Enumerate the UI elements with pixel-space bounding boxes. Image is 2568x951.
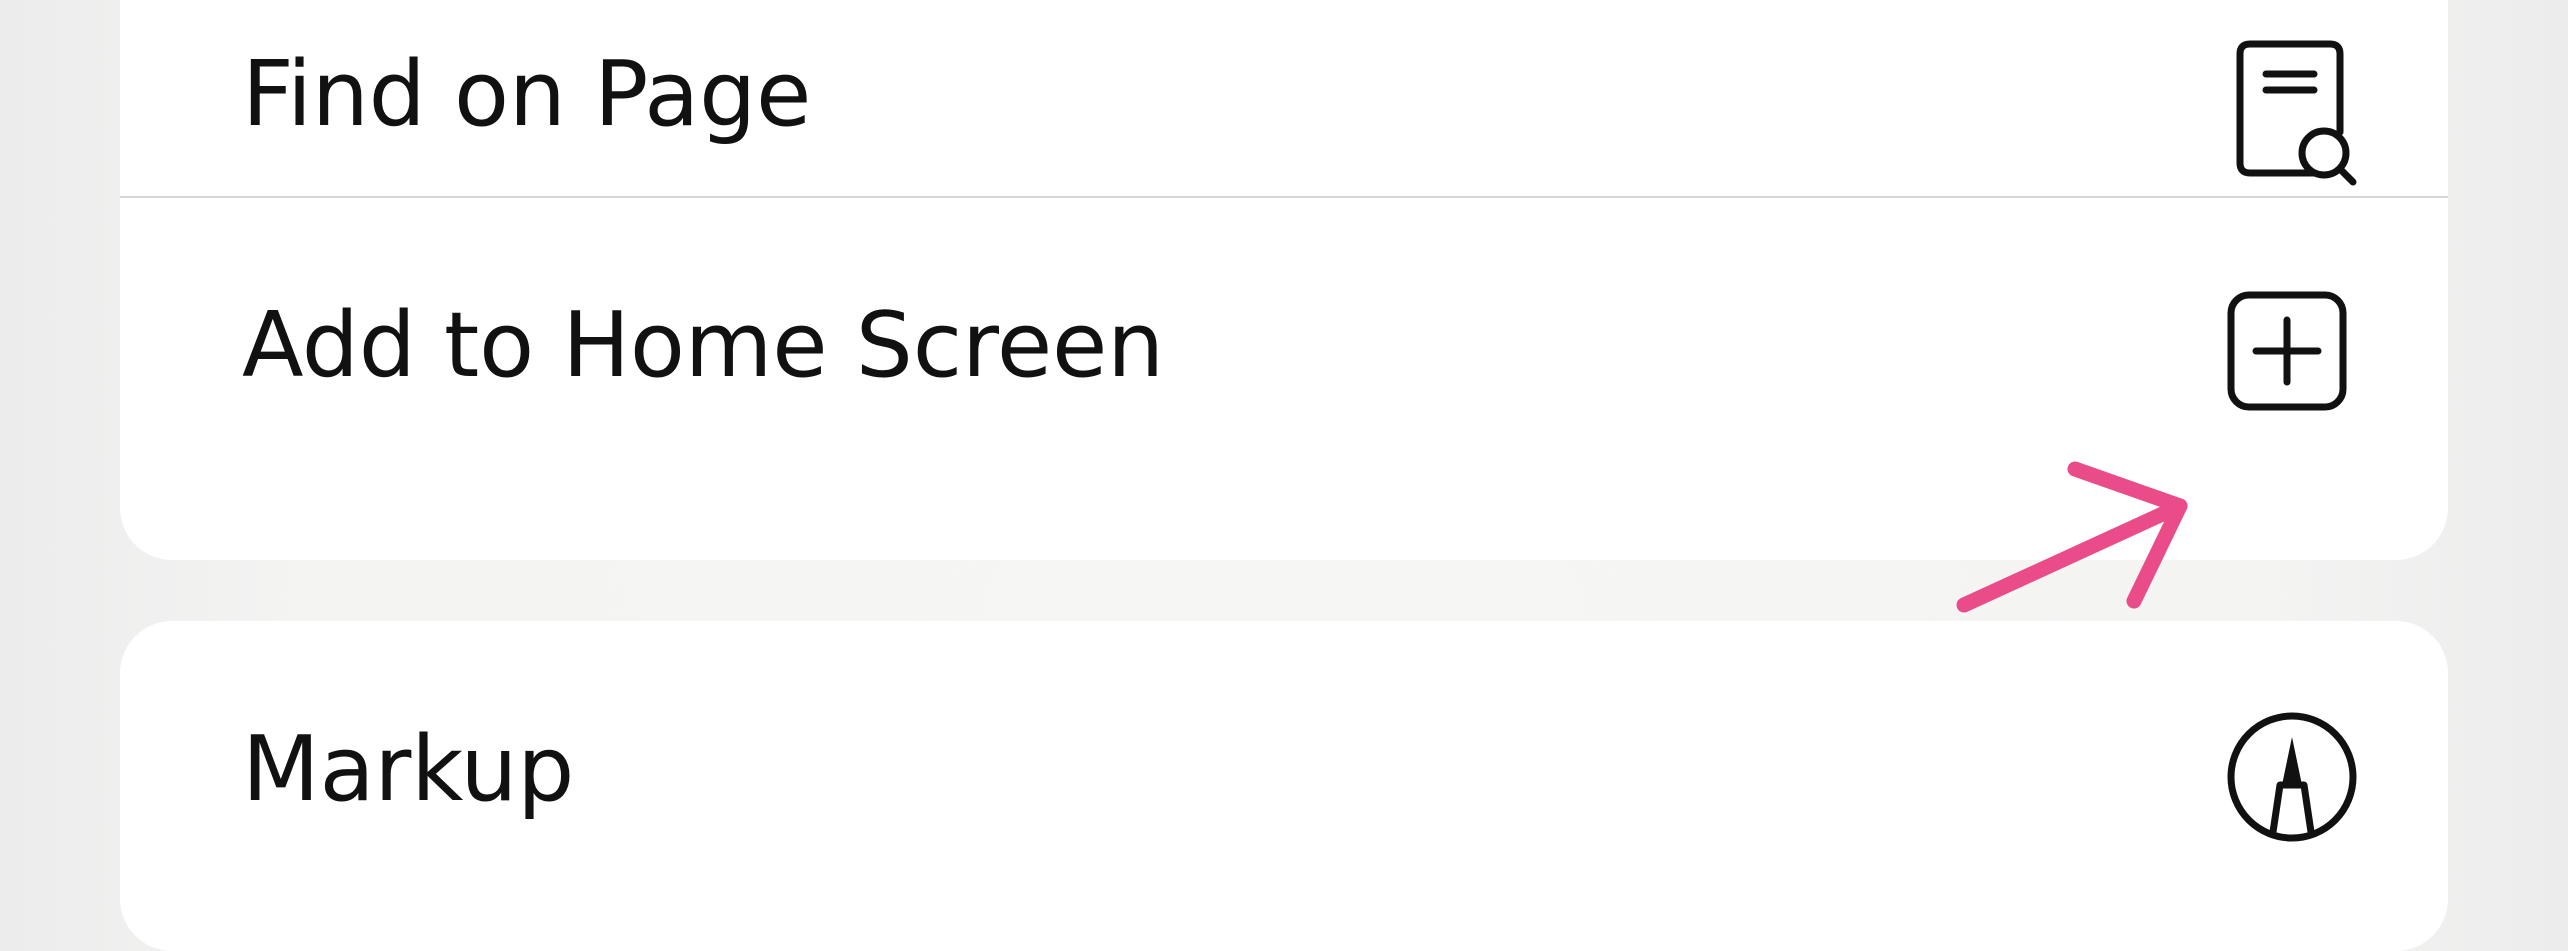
add-to-home-screen-label: Add to Home Screen bbox=[242, 293, 1165, 398]
markup-actions-group: Markup bbox=[120, 621, 2448, 951]
markup-pen-icon bbox=[2227, 712, 2357, 842]
find-on-page-row[interactable]: Find on Page bbox=[120, 0, 2448, 196]
add-to-home-screen-row[interactable]: Add to Home Screen bbox=[120, 197, 2448, 500]
share-actions-group: Find on Page Add to Home Screen bbox=[120, 0, 2448, 560]
markup-row[interactable]: Markup bbox=[120, 621, 2448, 951]
find-on-page-label: Find on Page bbox=[242, 42, 812, 147]
markup-label: Markup bbox=[242, 717, 575, 822]
document-magnifying-glass-icon bbox=[2236, 40, 2357, 186]
plus-square-icon bbox=[2227, 291, 2347, 411]
